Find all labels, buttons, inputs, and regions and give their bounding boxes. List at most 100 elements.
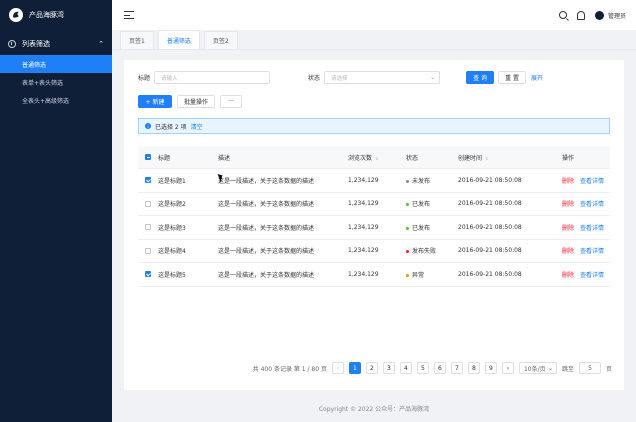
expand-link[interactable]: 展开 xyxy=(531,73,543,82)
toolbar: + 新建 批量操作 ··· xyxy=(138,95,242,108)
selection-alert: i 已选择 2 项 清空 xyxy=(138,118,610,134)
title-filter-input[interactable]: 请输入 xyxy=(154,71,271,84)
view-detail-link[interactable]: 查看详情 xyxy=(580,246,604,255)
delete-link[interactable]: 删除 xyxy=(562,246,574,255)
clear-selection-link[interactable]: 清空 xyxy=(191,122,203,131)
jump-input[interactable]: 5 xyxy=(578,362,601,374)
status-dot xyxy=(406,203,409,207)
row-checkbox[interactable] xyxy=(145,247,151,254)
cell-desc: 这是一段描述，关于这条数据的描述 xyxy=(218,248,315,256)
app-logo[interactable]: 产品海豚湾 xyxy=(0,0,112,30)
page-button[interactable]: 8 xyxy=(467,362,480,374)
select-all-checkbox[interactable] xyxy=(145,154,151,160)
tab-1[interactable]: 普通筛选 xyxy=(157,30,200,49)
row-checkbox[interactable] xyxy=(145,224,151,231)
cell-time: 2016-09-21 08:50:08 xyxy=(458,176,522,184)
sidebar-item-0[interactable]: 普通筛选 xyxy=(0,55,112,73)
next-page-button[interactable]: › xyxy=(501,362,514,374)
data-table: 标题 描述 浏览次数 ⇅ 状态 创建时间 ⇅ 操作 这是标题1 这是一段描述，关于这条… xyxy=(138,146,610,287)
col-time[interactable]: 创建时间 ⇅ xyxy=(458,153,562,162)
dolphin-logo-icon xyxy=(9,8,23,22)
reset-button[interactable]: 重 置 xyxy=(498,71,527,84)
sort-icon: ⇅ xyxy=(485,155,489,161)
cell-ops: 删除 查看详情 xyxy=(562,223,610,232)
cell-title: 这是标题3 xyxy=(158,224,186,232)
status-text: 已发布 xyxy=(412,201,431,209)
status-filter-select[interactable]: 请选择 ⌄ xyxy=(324,71,441,84)
sort-icon: ⇅ xyxy=(375,155,379,161)
row-checkbox[interactable] xyxy=(145,271,151,278)
status-text: 异常 xyxy=(412,271,425,279)
prev-page-button[interactable]: ‹ xyxy=(331,362,344,374)
view-detail-link[interactable]: 查看详情 xyxy=(580,176,604,185)
info-icon: i xyxy=(145,123,151,129)
page-button[interactable]: 1 xyxy=(348,362,361,374)
cell-desc: 这是一段描述，关于这条数据的描述 xyxy=(218,224,315,232)
cell-views: 1,234,129 xyxy=(348,247,379,255)
page-button[interactable]: 3 xyxy=(382,362,395,374)
row-checkbox[interactable] xyxy=(145,200,151,207)
batch-operation-button[interactable]: 批量操作 xyxy=(177,95,215,108)
sidebar-item-2[interactable]: 全表头+高级筛选 xyxy=(0,91,112,109)
view-detail-link[interactable]: 查看详情 xyxy=(580,270,604,279)
cell-title: 这是标题2 xyxy=(158,201,186,209)
page-button[interactable]: 4 xyxy=(399,362,412,374)
col-views-label: 浏览次数 xyxy=(348,154,373,162)
sidebar-item-1[interactable]: 表单+表头筛选 xyxy=(0,73,112,91)
cell-time: 2016-09-21 08:50:08 xyxy=(458,223,522,231)
user-name: 管理员 xyxy=(607,12,626,20)
query-button[interactable]: 查 询 xyxy=(466,71,495,84)
footer: Copyright © 2022 公众号：产品海豚湾 xyxy=(318,406,430,413)
main-card: 标题 请输入 状态 请选择 ⌄ 查 询 重 置 展开 + 新建 批量操作 ···… xyxy=(124,60,624,390)
col-desc: 描述 xyxy=(218,154,231,162)
menu-toggle-icon[interactable] xyxy=(124,11,134,19)
page-button[interactable]: 5 xyxy=(416,362,429,374)
chevron-down-icon: ⌄ xyxy=(430,74,436,81)
menu-group-list-filter[interactable]: 列表筛选 ⌃ xyxy=(0,38,112,50)
page-size-value: 10条/页 xyxy=(523,365,546,373)
table-row: 这是标题2 这是一段描述，关于这条数据的描述 1,234,129 已发布 2016-09… xyxy=(138,193,610,216)
view-detail-link[interactable]: 查看详情 xyxy=(580,199,604,208)
menu-group-label: 列表筛选 xyxy=(22,40,50,48)
delete-link[interactable]: 删除 xyxy=(562,199,574,208)
more-button[interactable]: ··· xyxy=(220,95,242,108)
search-icon[interactable] xyxy=(558,11,567,19)
page-suffix: 页 xyxy=(605,365,612,373)
tab-0[interactable]: 页签1 xyxy=(120,31,154,49)
table-row: 这是标题5 这是一段描述，关于这条数据的描述 1,234,129 异常 2016-09-… xyxy=(138,263,610,287)
page-button[interactable]: 6 xyxy=(433,362,446,374)
page-button[interactable]: 7 xyxy=(450,362,463,374)
status-text: 已发布 xyxy=(412,224,431,232)
page-button[interactable]: 2 xyxy=(365,362,378,374)
cell-time: 2016-09-21 08:50:08 xyxy=(458,247,522,255)
bell-icon[interactable] xyxy=(576,10,585,20)
new-button[interactable]: + 新建 xyxy=(138,95,172,108)
cell-time: 2016-09-21 08:50:08 xyxy=(458,200,522,208)
cell-ops: 删除 查看详情 xyxy=(562,176,610,185)
status-dot xyxy=(406,250,409,254)
table-header: 标题 描述 浏览次数 ⇅ 状态 创建时间 ⇅ 操作 xyxy=(138,146,610,169)
row-checkbox[interactable] xyxy=(145,177,151,184)
table-row: 这是标题1 这是一段描述，关于这条数据的描述 1,234,129 未发布 2016-09… xyxy=(138,169,610,193)
cell-desc: 这是一段描述，关于这条数据的描述 xyxy=(218,201,315,209)
table-row: 这是标题3 这是一段描述，关于这条数据的描述 1,234,129 已发布 2016-09… xyxy=(138,216,610,240)
delete-link[interactable]: 删除 xyxy=(562,176,574,185)
cell-status: 发布失败 xyxy=(406,246,458,255)
page-button[interactable]: 9 xyxy=(484,362,497,374)
cell-views: 1,234,129 xyxy=(348,176,379,184)
user-menu[interactable]: 管理员 xyxy=(594,10,626,20)
page-size-select[interactable]: 10条/页 ⌄ xyxy=(518,362,557,374)
cell-ops: 删除 查看详情 xyxy=(562,199,610,208)
delete-link[interactable]: 删除 xyxy=(562,223,574,232)
cell-status: 未发布 xyxy=(406,176,458,185)
chevron-down-icon: ⌄ xyxy=(547,364,553,372)
delete-link[interactable]: 删除 xyxy=(562,270,574,279)
col-views[interactable]: 浏览次数 ⇅ xyxy=(348,153,406,162)
cell-status: 已发布 xyxy=(406,223,458,232)
status-placeholder: 请选择 xyxy=(331,75,348,82)
cell-ops: 删除 查看详情 xyxy=(562,246,610,255)
cell-views: 1,234,129 xyxy=(348,270,379,278)
cell-status: 异常 xyxy=(406,270,458,279)
view-detail-link[interactable]: 查看详情 xyxy=(580,223,604,232)
tab-2[interactable]: 页签2 xyxy=(203,31,238,49)
